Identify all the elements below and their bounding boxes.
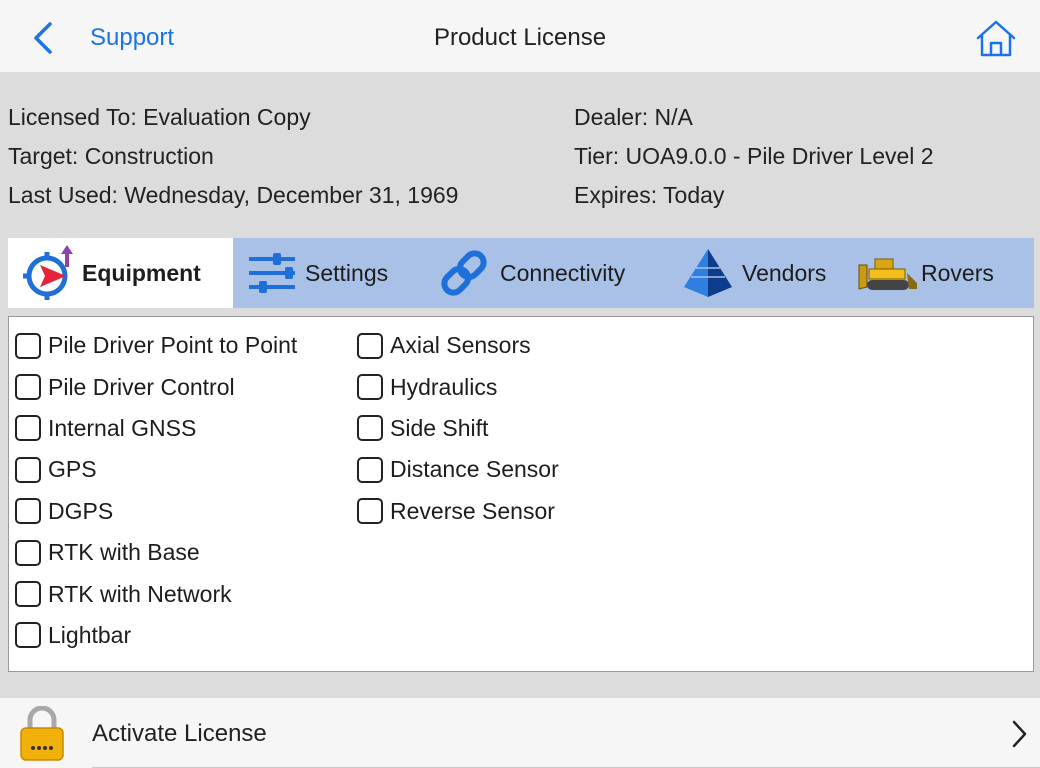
checkbox-label: Distance Sensor [390, 456, 559, 483]
checkbox-pile-driver-control[interactable]: Pile Driver Control [15, 366, 297, 407]
checkbox-label: RTK with Base [48, 539, 200, 566]
last-used-text: Last Used: Wednesday, December 31, 1969 [8, 182, 459, 208]
tab-bar: Equipment Settings Connectivity Vendors … [8, 238, 1034, 308]
padlock-icon [20, 706, 64, 761]
checkbox-box[interactable] [15, 539, 41, 566]
checkbox-box[interactable] [15, 374, 41, 401]
checkbox-label: GPS [48, 456, 97, 483]
pyramid-icon [684, 249, 732, 297]
equipment-column-1: Pile Driver Point to Point Pile Driver C… [15, 325, 297, 656]
checkbox-box[interactable] [357, 415, 383, 442]
checkbox-pile-driver-point-to-point[interactable]: Pile Driver Point to Point [15, 325, 297, 366]
checkbox-lightbar[interactable]: Lightbar [15, 615, 297, 656]
tab-settings[interactable]: Settings [233, 238, 416, 308]
tier-text: Tier: UOA9.0.0 - Pile Driver Level 2 [574, 143, 934, 169]
chevron-right-icon [1012, 720, 1027, 748]
checkbox-box[interactable] [357, 456, 383, 483]
settings-sliders-icon [249, 253, 295, 293]
checkbox-box[interactable] [15, 622, 41, 649]
checkbox-box[interactable] [357, 498, 383, 525]
license-info-left: Licensed To: Evaluation Copy Target: Con… [8, 98, 458, 215]
expires-text: Expires: Today [574, 182, 725, 208]
checkbox-label: Axial Sensors [390, 332, 531, 359]
activate-license-label: Activate License [92, 720, 267, 747]
tab-rovers[interactable]: Rovers [849, 238, 1034, 308]
tab-rovers-label: Rovers [921, 259, 994, 286]
equipment-column-2: Axial Sensors Hydraulics Side Shift Dist… [357, 325, 559, 532]
checkbox-label: DGPS [48, 497, 114, 524]
checkbox-label: Reverse Sensor [390, 497, 555, 524]
tab-connectivity[interactable]: Connectivity [416, 238, 664, 308]
tab-vendors[interactable]: Vendors [664, 238, 849, 308]
checkbox-rtk-with-base[interactable]: RTK with Base [15, 532, 297, 573]
checkbox-label: Side Shift [390, 414, 489, 441]
checkbox-box[interactable] [15, 332, 41, 359]
checkbox-rtk-with-network[interactable]: RTK with Network [15, 573, 297, 614]
checkbox-side-shift[interactable]: Side Shift [357, 408, 559, 449]
checkbox-box[interactable] [15, 456, 41, 483]
target-text: Target: Construction [8, 143, 214, 169]
checkbox-box[interactable] [357, 332, 383, 359]
checkbox-internal-gnss[interactable]: Internal GNSS [15, 408, 297, 449]
checkbox-label: Hydraulics [390, 373, 498, 400]
dealer-text: Dealer: N/A [574, 104, 693, 130]
tab-equipment-label: Equipment [82, 259, 201, 286]
checkbox-axial-sensors[interactable]: Axial Sensors [357, 325, 559, 366]
checkbox-hydraulics[interactable]: Hydraulics [357, 366, 559, 407]
licensed-to-text: Licensed To: Evaluation Copy [8, 104, 311, 130]
checkbox-gps[interactable]: GPS [15, 449, 297, 490]
tab-vendors-label: Vendors [742, 259, 827, 286]
checkbox-distance-sensor[interactable]: Distance Sensor [357, 449, 559, 490]
checkbox-label: Pile Driver Control [48, 373, 235, 400]
checkbox-box[interactable] [357, 374, 383, 401]
checkbox-box[interactable] [15, 581, 41, 608]
checkbox-reverse-sensor[interactable]: Reverse Sensor [357, 491, 559, 532]
checkbox-label: Lightbar [48, 621, 132, 648]
top-nav-bar: Support Product License [0, 0, 1040, 72]
equipment-target-icon [23, 245, 73, 300]
checkbox-label: RTK with Network [48, 580, 232, 607]
checkbox-box[interactable] [15, 498, 41, 525]
activate-license-row[interactable]: Activate License [0, 698, 1040, 768]
checkbox-label: Internal GNSS [48, 414, 197, 441]
checkbox-dgps[interactable]: DGPS [15, 491, 297, 532]
bulldozer-icon [858, 258, 917, 290]
tab-equipment[interactable]: Equipment [8, 238, 233, 308]
home-icon[interactable] [974, 18, 1018, 58]
equipment-panel: Pile Driver Point to Point Pile Driver C… [8, 316, 1034, 672]
license-info-right: Dealer: N/A Tier: UOA9.0.0 - Pile Driver… [574, 98, 934, 215]
checkbox-label: Pile Driver Point to Point [48, 332, 298, 359]
chain-link-icon [441, 250, 487, 296]
page-title: Product License [433, 24, 607, 51]
checkbox-box[interactable] [15, 415, 41, 442]
tab-connectivity-label: Connectivity [500, 259, 626, 286]
tab-settings-label: Settings [305, 259, 389, 286]
